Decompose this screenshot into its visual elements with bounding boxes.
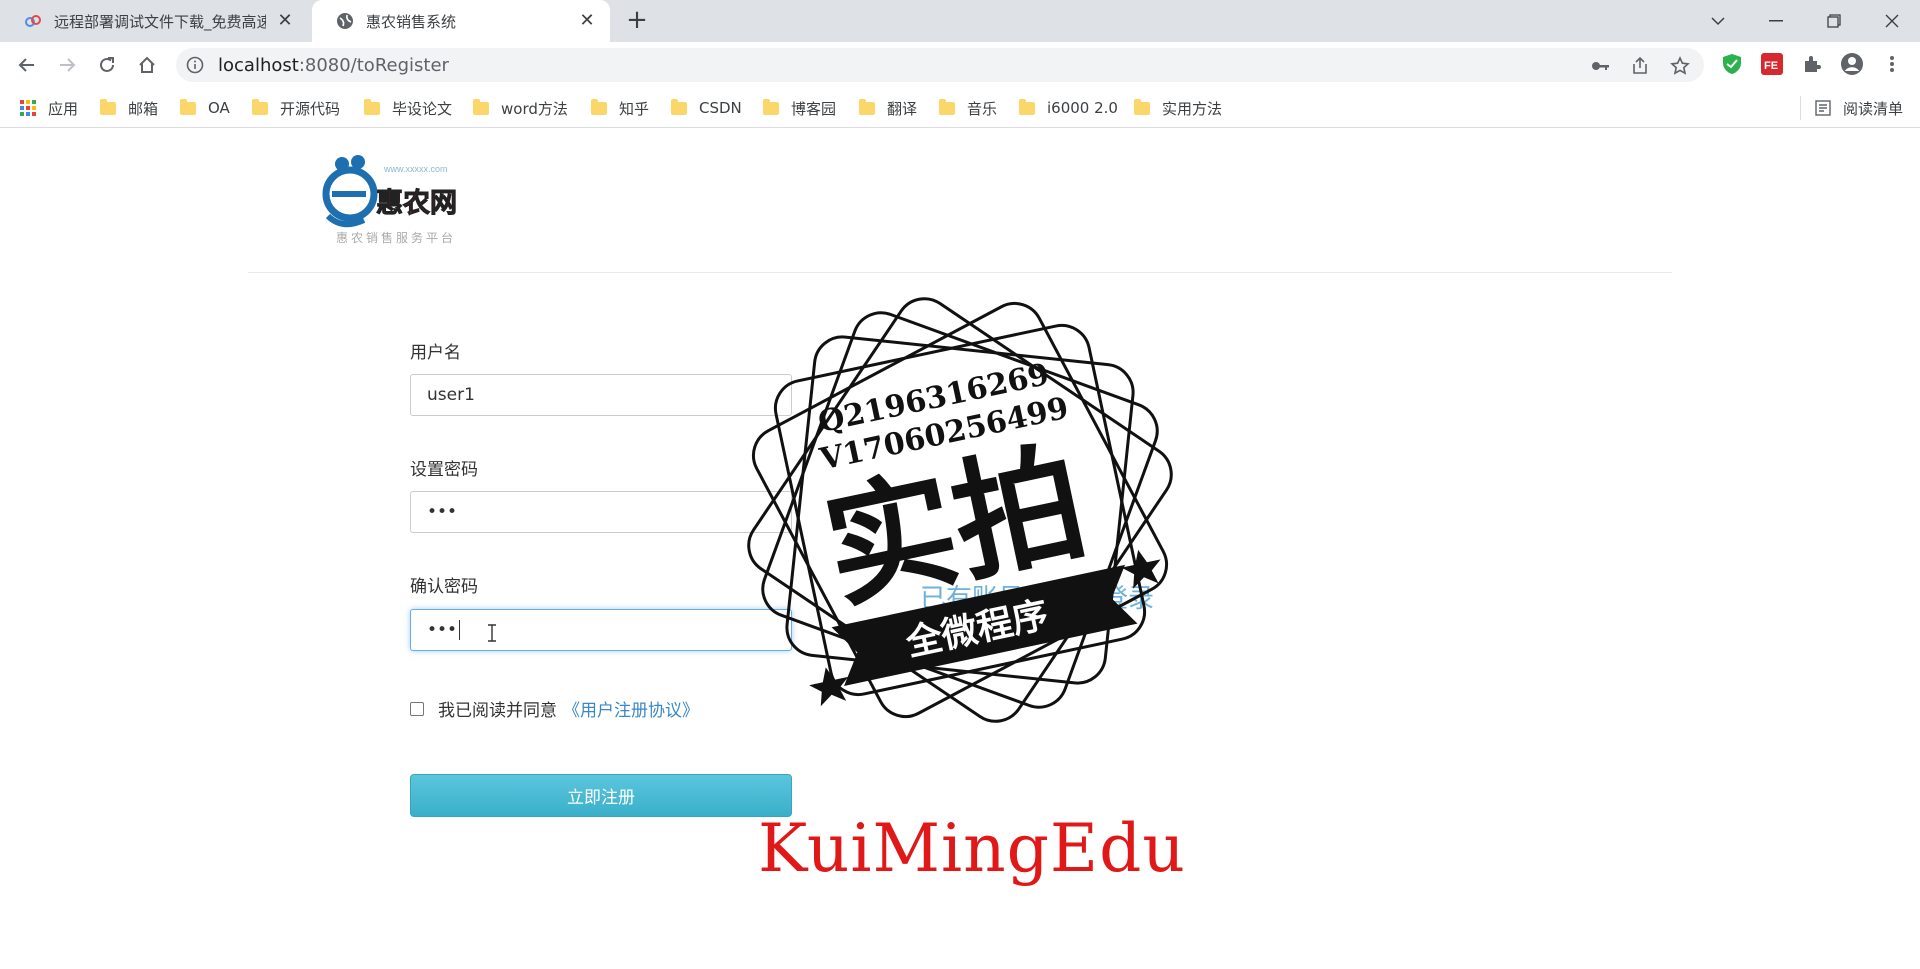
- stamp-watermark: Q2196316269 V17060256499 实拍 全微程序: [747, 297, 1173, 723]
- extensions-puzzle-icon[interactable]: [1800, 52, 1824, 76]
- reading-list[interactable]: 阅读清单: [1800, 96, 1903, 120]
- folder-icon: [1019, 98, 1035, 115]
- bookmark-apps[interactable]: 应用: [20, 96, 78, 120]
- agreement-checkbox[interactable]: [410, 701, 424, 716]
- tab-strip: 远程部署调试文件下载_免费高速 ✕ 惠农销售系统 ✕ +: [0, 0, 1920, 42]
- svg-text:惠农网: 惠农网: [376, 188, 457, 219]
- header-divider: [248, 272, 1672, 273]
- site-info-icon[interactable]: [186, 56, 204, 78]
- text-cursor-caret: [459, 620, 461, 640]
- svg-text:www.xxxxx.com: www.xxxxx.com: [383, 164, 448, 174]
- folder-icon: [473, 98, 489, 115]
- username-label: 用户名: [410, 343, 461, 363]
- folder-icon: [859, 98, 875, 115]
- reading-list-icon: [1815, 100, 1831, 116]
- minimize-icon[interactable]: [1748, 0, 1804, 42]
- bookmark-folder[interactable]: 翻译: [859, 96, 917, 120]
- tab-2[interactable]: 惠农销售系统 ✕: [312, 0, 610, 42]
- menu-kebab-icon[interactable]: [1880, 52, 1904, 76]
- new-tab-icon[interactable]: +: [624, 7, 650, 34]
- agreement-text: 我已阅读并同意: [438, 701, 557, 721]
- bookmark-folder[interactable]: 知乎: [591, 96, 649, 120]
- register-button[interactable]: 立即注册: [410, 774, 792, 817]
- tab-title: 远程部署调试文件下载_免费高速: [54, 12, 266, 31]
- agreement-row: 我已阅读并同意 《用户注册协议》: [410, 696, 699, 721]
- site-logo[interactable]: www.xxxxx.com 惠农网 惠农销售服务平台: [322, 150, 488, 250]
- svg-text:FE: FE: [1764, 60, 1778, 72]
- bookmark-folder[interactable]: i6000 2.0: [1019, 96, 1118, 120]
- folder-icon: [100, 98, 116, 115]
- bookmark-folder[interactable]: 毕设论文: [364, 96, 452, 120]
- bookmark-folder[interactable]: word方法: [473, 96, 568, 120]
- restore-icon[interactable]: [1806, 0, 1862, 42]
- tab-title: 惠农销售系统: [366, 12, 457, 31]
- reload-icon[interactable]: [94, 52, 120, 78]
- globe-favicon-icon: [336, 12, 354, 30]
- url-text: localhost:8080/toRegister: [218, 55, 449, 76]
- tab-search-icon[interactable]: [1690, 0, 1746, 42]
- bookmark-star-icon[interactable]: [1670, 56, 1690, 76]
- watermark-text: KuiMingEdu: [758, 810, 1186, 887]
- folder-icon: [671, 98, 687, 115]
- address-bar[interactable]: localhost:8080/toRegister: [176, 48, 1704, 82]
- back-icon[interactable]: [14, 52, 40, 78]
- key-icon[interactable]: [1590, 56, 1610, 76]
- bookmark-folder[interactable]: 博客园: [763, 96, 836, 120]
- home-icon[interactable]: [134, 52, 160, 78]
- folder-icon: [1134, 98, 1150, 115]
- cloud-favicon-icon: [24, 12, 42, 30]
- bookmark-folder[interactable]: 音乐: [939, 96, 997, 120]
- folder-icon: [180, 98, 196, 115]
- bookmark-folder[interactable]: 实用方法: [1134, 96, 1222, 120]
- shield-extension-icon[interactable]: [1720, 52, 1744, 76]
- ibeam-pointer-icon: [487, 624, 497, 647]
- folder-icon: [763, 98, 779, 115]
- confirm-password-label: 确认密码: [410, 577, 478, 597]
- folder-icon: [939, 98, 955, 115]
- browser-toolbar: localhost:8080/toRegister FE: [0, 42, 1920, 88]
- folder-icon: [591, 98, 607, 115]
- folder-icon: [252, 98, 268, 115]
- tab-close-icon[interactable]: ✕: [578, 12, 596, 30]
- folder-icon: [364, 98, 380, 115]
- apps-icon: [20, 100, 36, 116]
- bookmark-folder[interactable]: 邮箱: [100, 96, 158, 120]
- close-window-icon[interactable]: [1864, 0, 1920, 42]
- agreement-link[interactable]: 《用户注册协议》: [563, 696, 699, 721]
- bookmark-folder[interactable]: 开源代码: [252, 96, 340, 120]
- password-label: 设置密码: [410, 460, 478, 480]
- share-icon[interactable]: [1630, 56, 1650, 76]
- fe-extension-icon[interactable]: FE: [1760, 52, 1784, 76]
- forward-icon[interactable]: [54, 52, 80, 78]
- tab-close-icon[interactable]: ✕: [276, 12, 294, 30]
- bookmarks-bar: 应用 邮箱 OA 开源代码 毕设论文 word方法 知乎 CSDN 博客园 翻译…: [0, 88, 1920, 128]
- bookmark-folder[interactable]: OA: [180, 96, 230, 120]
- tab-1[interactable]: 远程部署调试文件下载_免费高速 ✕: [0, 0, 308, 42]
- bookmark-folder[interactable]: CSDN: [671, 96, 742, 120]
- svg-text:惠农销售服务平台: 惠农销售服务平台: [336, 230, 456, 245]
- profile-avatar-icon[interactable]: [1840, 52, 1864, 76]
